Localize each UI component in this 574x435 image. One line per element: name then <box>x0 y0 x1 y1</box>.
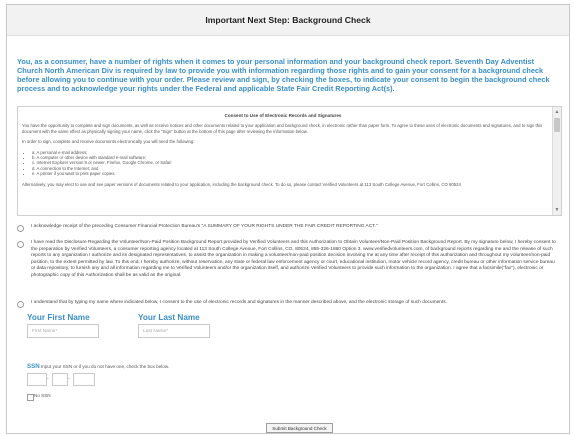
last-name-input[interactable]: Last Name* <box>138 324 210 338</box>
ssn-group-input[interactable] <box>52 373 68 386</box>
electronic-consent-scrollbox[interactable]: Consent to Use of Electronic Records and… <box>17 106 562 216</box>
first-name-label: Your First Name <box>27 313 90 322</box>
consent-title: Consent to Use of Electronic Records and… <box>224 113 342 118</box>
background-check-form: Important Next Step: Background Check Yo… <box>6 4 570 434</box>
no-ssn-checkbox[interactable] <box>27 394 34 401</box>
page-title: Important Next Step: Background Check <box>7 5 569 36</box>
ssn-separator: - <box>68 376 70 382</box>
consent-content: Consent to Use of Electronic Records and… <box>22 113 544 192</box>
consent-paragraph: In order to sign, complete and receive d… <box>22 139 195 145</box>
ack-disclosure-checkbox[interactable] <box>17 241 24 248</box>
consent-scrollbar[interactable]: ▲ ▼ <box>552 107 561 215</box>
requirements-list: a. A personal e-mail address; b. A compu… <box>32 150 544 177</box>
consent-paragraph: Alternatively, you may elect to use and … <box>22 181 461 187</box>
ack-disclosure-authorization: I have read the Disclosure Regarding the… <box>17 240 560 296</box>
scroll-down-arrow-icon[interactable]: ▼ <box>554 207 560 213</box>
ssn-separator: - <box>47 376 49 382</box>
ack-summary-of-rights: I acknowledge receipt of the preceding C… <box>17 224 560 232</box>
rights-intro-text: You, as a consumer, have a number of rig… <box>17 57 550 94</box>
no-ssn-label: No SSN <box>34 393 51 398</box>
last-name-label: Your Last Name <box>138 313 200 322</box>
ssn-label: SSN <box>27 363 40 370</box>
submit-background-check-button[interactable]: Submit Background Check <box>266 423 333 433</box>
ack-esign-checkbox[interactable] <box>17 301 24 308</box>
first-name-input[interactable]: First Name* <box>27 324 99 338</box>
scroll-up-arrow-icon[interactable]: ▲ <box>554 109 560 115</box>
ack-electronic-signature: I understand that by typing my name wher… <box>17 300 560 308</box>
ssn-hint: Input your SSN or if you do not have one… <box>41 364 170 369</box>
ack-summary-text: I acknowledge receipt of the preceding C… <box>31 224 378 229</box>
ack-disclosure-text: I have read the Disclosure Regarding the… <box>31 240 556 278</box>
list-item: e. A printer if you want to print paper … <box>32 171 544 176</box>
ack-esign-text: I understand that by typing my name wher… <box>31 300 447 305</box>
scrollbar-thumb[interactable] <box>554 118 560 132</box>
ssn-area-input[interactable] <box>27 373 47 386</box>
consent-paragraph: You have the opportunity to complete and… <box>22 123 543 134</box>
ssn-serial-input[interactable] <box>73 373 95 386</box>
ack-summary-checkbox[interactable] <box>17 225 24 232</box>
